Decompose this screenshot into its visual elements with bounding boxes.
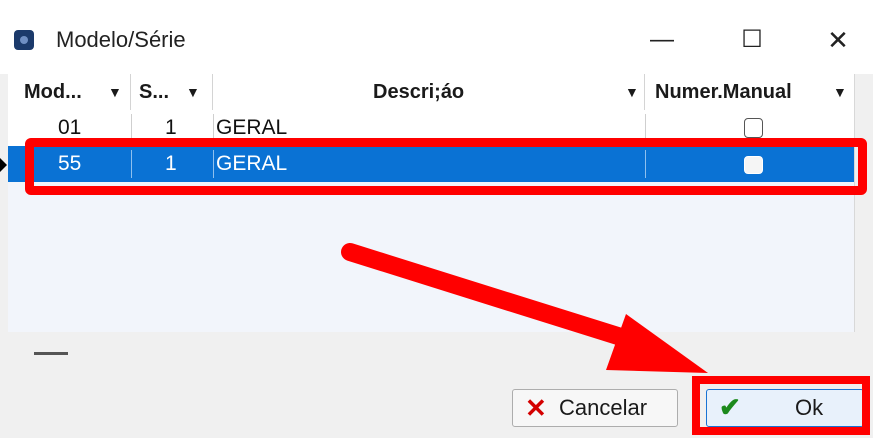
x-icon: ✕ xyxy=(525,393,547,423)
annotation-ok-highlight xyxy=(692,376,870,435)
cancel-button[interactable]: ✕ Cancelar xyxy=(512,389,678,427)
annotation-arrow xyxy=(341,243,708,373)
arrow-shaft xyxy=(341,243,649,352)
arrow-head xyxy=(606,314,708,373)
cancel-label: Cancelar xyxy=(559,395,648,420)
